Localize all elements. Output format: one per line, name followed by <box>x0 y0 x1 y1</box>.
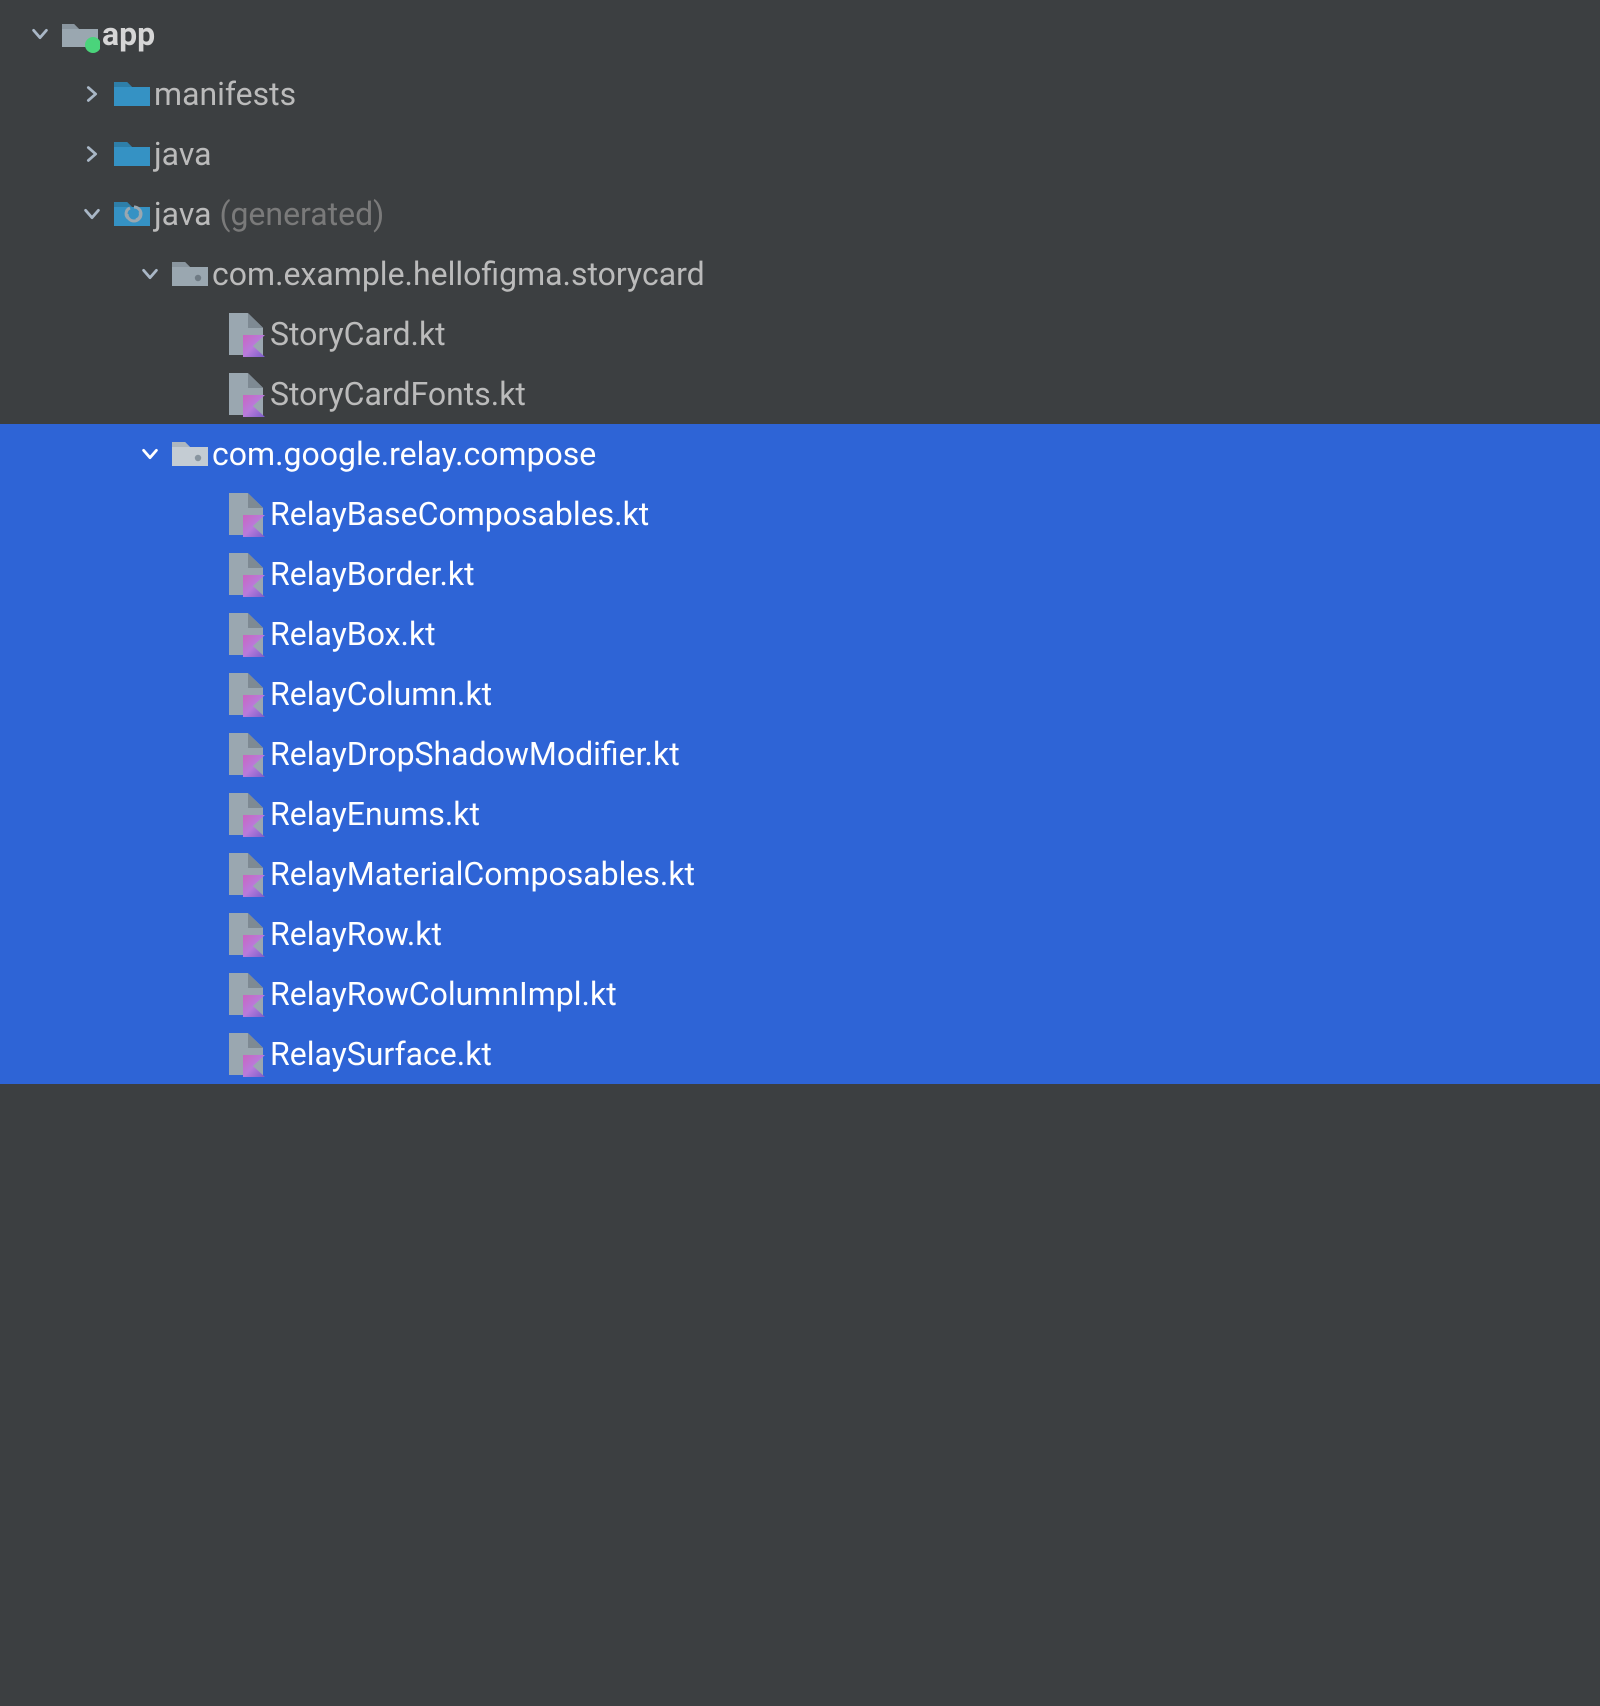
folder-icon <box>112 134 152 174</box>
tree-row-file-relaydropshadow[interactable]: RelayDropShadowModifier.kt <box>0 724 1600 784</box>
tree-label-manifests: manifests <box>154 75 296 113</box>
tree-row-file-relayrowcolumnimpl[interactable]: RelayRowColumnImpl.kt <box>0 964 1600 1024</box>
folder-icon <box>112 74 152 114</box>
kotlin-file-icon <box>228 314 268 354</box>
kotlin-file-icon <box>228 974 268 1014</box>
kotlin-file-icon <box>228 914 268 954</box>
tree-label-file: RelayRow.kt <box>270 915 442 953</box>
kotlin-file-icon <box>228 374 268 414</box>
chevron-right-icon[interactable] <box>72 143 112 165</box>
tree-label-file: RelayMaterialComposables.kt <box>270 855 695 893</box>
kotlin-file-icon <box>228 1034 268 1074</box>
tree-label-java-gen: java <box>154 195 212 233</box>
kotlin-file-icon <box>228 674 268 714</box>
package-folder-icon <box>170 434 210 474</box>
tree-row-package-relay[interactable]: com.google.relay.compose <box>0 424 1600 484</box>
chevron-right-icon[interactable] <box>72 83 112 105</box>
tree-label-app: app <box>102 15 155 53</box>
tree-label-java: java <box>154 135 212 173</box>
tree-row-file-relaybox[interactable]: RelayBox.kt <box>0 604 1600 664</box>
tree-row-file-relaycolumn[interactable]: RelayColumn.kt <box>0 664 1600 724</box>
generated-folder-icon <box>112 194 152 234</box>
tree-row-file-storycardfonts[interactable]: StoryCardFonts.kt <box>0 364 1600 424</box>
tree-row-file-relaybasecomposables[interactable]: RelayBaseComposables.kt <box>0 484 1600 544</box>
package-folder-icon <box>170 254 210 294</box>
tree-label-file: RelaySurface.kt <box>270 1035 492 1073</box>
tree-label-file: RelayColumn.kt <box>270 675 492 713</box>
tree-label-file: RelayBox.kt <box>270 615 436 653</box>
chevron-down-icon[interactable] <box>72 203 112 225</box>
tree-row-file-relayborder[interactable]: RelayBorder.kt <box>0 544 1600 604</box>
tree-label-file: StoryCard.kt <box>270 315 446 353</box>
tree-label-file: RelayDropShadowModifier.kt <box>270 735 680 773</box>
kotlin-file-icon <box>228 794 268 834</box>
tree-label-file: RelayRowColumnImpl.kt <box>270 975 617 1013</box>
chevron-down-icon[interactable] <box>130 443 170 465</box>
module-folder-icon <box>60 14 100 54</box>
tree-row-java-generated[interactable]: java (generated) <box>0 184 1600 244</box>
tree-label-file: RelayBaseComposables.kt <box>270 495 649 533</box>
kotlin-file-icon <box>228 494 268 534</box>
kotlin-file-icon <box>228 734 268 774</box>
tree-label-pkg-relay: com.google.relay.compose <box>212 435 596 473</box>
tree-label-file: RelayEnums.kt <box>270 795 480 833</box>
tree-label-file: RelayBorder.kt <box>270 555 475 593</box>
kotlin-file-icon <box>228 614 268 654</box>
chevron-down-icon[interactable] <box>20 23 60 45</box>
kotlin-file-icon <box>228 854 268 894</box>
tree-row-package-storycard[interactable]: com.example.hellofigma.storycard <box>0 244 1600 304</box>
tree-label-generated-suffix: (generated) <box>220 195 385 233</box>
tree-row-java[interactable]: java <box>0 124 1600 184</box>
tree-row-file-relayenums[interactable]: RelayEnums.kt <box>0 784 1600 844</box>
tree-row-module-app[interactable]: app <box>0 4 1600 64</box>
tree-row-manifests[interactable]: manifests <box>0 64 1600 124</box>
tree-row-file-storycard[interactable]: StoryCard.kt <box>0 304 1600 364</box>
tree-row-file-relaymaterial[interactable]: RelayMaterialComposables.kt <box>0 844 1600 904</box>
tree-row-file-relaysurface[interactable]: RelaySurface.kt <box>0 1024 1600 1084</box>
kotlin-file-icon <box>228 554 268 594</box>
tree-row-file-relayrow[interactable]: RelayRow.kt <box>0 904 1600 964</box>
chevron-down-icon[interactable] <box>130 263 170 285</box>
tree-label-pkg-storycard: com.example.hellofigma.storycard <box>212 255 705 293</box>
tree-label-file: StoryCardFonts.kt <box>270 375 526 413</box>
